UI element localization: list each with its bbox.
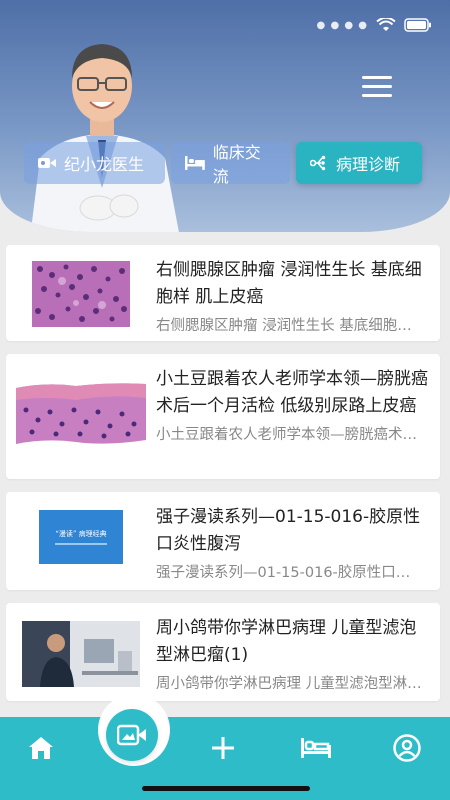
tab-label: 临床交流 (212, 143, 261, 186)
tab-label: 病理诊断 (336, 155, 401, 174)
nav-profile[interactable] (392, 733, 422, 763)
article-title: 强子漫读系列—01-15-016-胶原性口炎性腹泻 (156, 507, 421, 554)
article-subtitle: 强子漫读系列—01-15-016-胶原性口炎性腹泻 (156, 565, 422, 581)
header-tabs: 纪小龙医生 临床交流 病理诊断 (24, 142, 422, 186)
article-thumbnail (6, 257, 156, 327)
nav-add[interactable] (208, 733, 238, 763)
tab-label: 纪小龙医生 (64, 155, 145, 174)
tab-clinical-exchange[interactable]: 临床交流 (171, 142, 290, 186)
article-title: 小土豆跟着农人老师学本领—膀胱癌术后一个月活检 低级别尿路上皮癌 (156, 369, 428, 416)
article-subtitle: 周小鸽带你学淋巴病理 儿童型滤泡型淋巴瘤(1) (156, 676, 422, 692)
list-item[interactable]: 右侧腮腺区肿瘤 浸润性生长 基底细胞样 肌上皮癌 右侧腮腺区肿瘤 浸润性生长 基… (6, 245, 440, 341)
status-bar: ● ● ● ● (317, 18, 432, 32)
nav-video-button[interactable] (106, 709, 158, 761)
bed-icon (185, 156, 205, 170)
wifi-icon (376, 18, 396, 32)
list-item[interactable]: “漫读” 病理经典 强子漫读系列—01-15-016-胶原性口炎性腹泻 强子漫读… (6, 492, 440, 590)
header-banner: ● ● ● ● 纪小龙医生 临床交流 病理诊断 (0, 0, 450, 232)
signal-icon: ● ● ● ● (316, 19, 368, 31)
battery-icon (404, 18, 432, 32)
hamburger-menu-icon[interactable] (362, 76, 392, 98)
article-title: 右侧腮腺区肿瘤 浸润性生长 基底细胞样 肌上皮癌 (156, 260, 422, 307)
list-item[interactable]: 小土豆跟着农人老师学本领—膀胱癌术后一个月活检 低级别尿路上皮癌 小土豆跟着农人… (6, 354, 440, 479)
article-subtitle: 右侧腮腺区肿瘤 浸润性生长 基底细胞样 肌上皮癌 (156, 318, 422, 334)
doctor-photo (30, 44, 179, 232)
microscope-branch-icon (310, 155, 326, 171)
article-thumbnail (6, 615, 156, 687)
list-item[interactable]: 周小鸽带你学淋巴病理 儿童型滤泡型淋巴瘤(1) 周小鸽带你学淋巴病理 儿童型滤泡… (6, 603, 440, 701)
article-list: 右侧腮腺区肿瘤 浸润性生长 基底细胞样 肌上皮癌 右侧腮腺区肿瘤 浸润性生长 基… (6, 245, 440, 714)
thumbnail-text: “漫读” 病理经典 (55, 530, 107, 538)
tab-doctor[interactable]: 纪小龙医生 (24, 142, 165, 184)
article-thumbnail (6, 366, 156, 446)
bed-icon (301, 738, 331, 758)
nav-clinical[interactable] (300, 733, 332, 763)
user-icon (393, 734, 421, 762)
plus-icon (212, 737, 234, 759)
article-thumbnail: “漫读” 病理经典 (6, 504, 156, 564)
article-subtitle: 小土豆跟着农人老师学本领—膀胱癌术后一个月活检 低级别尿路上皮癌 (156, 427, 422, 443)
video-camera-icon (38, 158, 56, 168)
nav-home[interactable] (26, 733, 56, 763)
article-title: 周小鸽带你学淋巴病理 儿童型滤泡型淋巴瘤(1) (156, 618, 417, 665)
home-indicator (142, 786, 310, 791)
video-icon (117, 724, 146, 746)
home-icon (29, 737, 53, 759)
tab-pathology-diagnosis[interactable]: 病理诊断 (296, 142, 422, 184)
